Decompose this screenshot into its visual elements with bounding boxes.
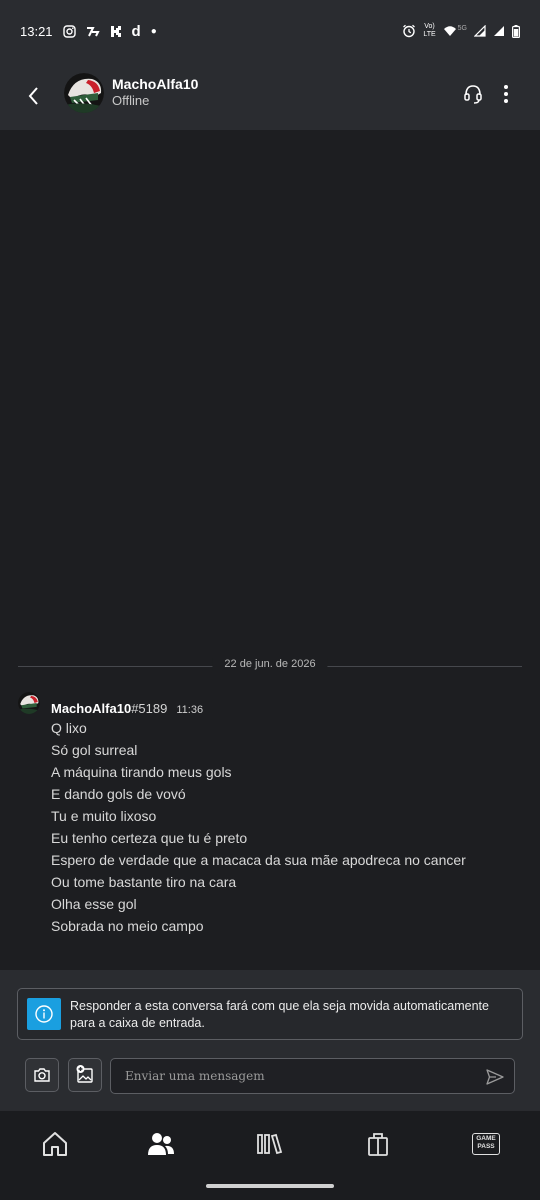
volte-label-bottom: LTE [423,31,436,38]
battery-icon [512,24,520,38]
volte-icon: Vo) LTE [423,23,435,39]
status-bar-left: 13:21 d ● [20,23,157,40]
message-line[interactable]: Ou tome bastante tiro na cara [51,871,466,893]
message-body: Q lixo Só gol surreal A máquina tirando … [51,717,466,937]
volte-label-top: Vo) [424,23,435,30]
message-list[interactable]: 22 de jun. de 2026 MachoAlfa10 #5189 11:… [0,130,540,970]
header-presence-status: Offline [112,93,150,108]
message-avatar[interactable] [18,692,40,714]
alarm-icon [403,24,416,38]
bottom-navigation: GAME PASS [0,1110,540,1174]
message-line[interactable]: Eu tenho certeza que tu é preto [51,827,466,849]
avatar-image [18,692,40,714]
inbox-notice: Responder a esta conversa fará com que e… [17,988,523,1040]
gesture-area [0,1174,540,1200]
d-app-icon: d [131,22,141,40]
conversation-header: MachoAlfa10 Offline [0,62,540,130]
instagram-icon [62,24,76,38]
library-icon[interactable] [255,1129,285,1159]
message-line[interactable]: Só gol surreal [51,739,466,761]
back-arrow-icon[interactable] [22,82,46,110]
game-pass-label-bottom: PASS [477,1143,495,1150]
home-icon[interactable] [40,1129,70,1159]
message-line[interactable]: Q lixo [51,717,466,739]
dot-icon: ● [150,25,157,37]
headset-icon[interactable] [462,82,484,106]
avatar[interactable] [64,73,104,113]
signal-icon [494,26,504,36]
message-timestamp: 11:36 [176,704,204,716]
status-bar-right: Vo) LTE 5G [402,23,520,39]
message-input[interactable]: Enviar uma mensagem [110,1058,515,1094]
message-line[interactable]: Olha esse gol [51,893,466,915]
more-vertical-icon[interactable] [498,82,514,106]
info-icon [35,1005,53,1023]
info-icon-box [27,998,61,1030]
message-line[interactable]: Espero de verdade que a macaca da sua mã… [51,849,466,871]
5g-signal-icon: 5G [443,25,467,37]
message-line[interactable]: A máquina tirando meus gols [51,761,466,783]
composer-area: Responder a esta conversa fará com que e… [0,970,540,1110]
network-label: 5G [457,25,467,32]
wifi-icon [443,26,456,36]
message-line[interactable]: Sobrada no meio campo [51,915,466,937]
send-icon[interactable] [484,1066,506,1088]
game-pass-label-top: GAME [476,1135,496,1142]
store-icon[interactable] [363,1129,393,1159]
message-author-tag: #5189 [131,701,168,716]
status-time: 13:21 [20,23,53,39]
message-header: MachoAlfa10 #5189 11:36 [51,701,203,716]
header-username: MachoAlfa10 [112,76,199,92]
status-bar: 13:21 d ● Vo) LTE 5G [0,0,540,62]
kick-icon [110,25,121,37]
camera-icon [34,1068,50,1082]
gesture-handle[interactable] [206,1184,334,1188]
message-author[interactable]: MachoAlfa10 [51,701,131,716]
date-divider: 22 de jun. de 2026 [212,658,328,670]
gallery-add-icon [76,1065,93,1083]
gallery-add-button[interactable] [68,1058,102,1092]
camera-button[interactable] [25,1058,59,1092]
signal-icon [474,25,486,37]
avatar-image [64,73,104,113]
message-line[interactable]: Tu e muito lixoso [51,805,466,827]
message-line[interactable]: E dando gols de vovó [51,783,466,805]
message-input-placeholder: Enviar uma mensagem [125,1069,265,1083]
friends-icon[interactable] [146,1129,176,1159]
app-icon [86,26,100,36]
game-pass-icon[interactable]: GAME PASS [472,1133,500,1155]
notice-text: Responder a esta conversa fará com que e… [70,999,489,1030]
